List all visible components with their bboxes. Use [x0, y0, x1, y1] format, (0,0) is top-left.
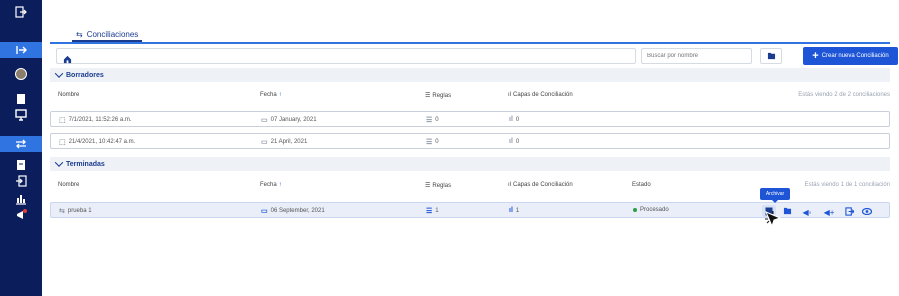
row-name: 21/4/2021, 10:42:47 a.m. [68, 139, 136, 145]
export-icon [844, 206, 854, 216]
col-layers-label: Capas de Conciliación [513, 92, 573, 98]
reconcile-icon: ⇆ [76, 29, 83, 39]
announce-plus-icon: ◀+ [823, 208, 835, 217]
sidebar [0, 0, 42, 296]
row-name: prueba 1 [67, 208, 92, 214]
logout-icon[interactable] [0, 4, 42, 20]
chart-icon[interactable] [0, 192, 42, 206]
toolbar: + Crear nueva Conciliación [50, 42, 898, 65]
drafts-summary: Estás viendo 2 de 2 conciliaciones [798, 92, 890, 98]
tab-conciliaciones[interactable]: ⇆ Conciliaciones [72, 28, 143, 42]
chart-icon: ıl [509, 116, 513, 123]
chart-icon: ıl [508, 92, 511, 98]
cursor-icon [765, 211, 782, 228]
col-rules-label: Reglas [432, 92, 452, 99]
drafts-section-header[interactable]: Borradores [50, 68, 890, 82]
row-rules: 0 [435, 117, 439, 123]
archive-tooltip: Archivar [760, 188, 790, 203]
finished-title: Terminadas [66, 160, 105, 168]
row-layers: 1 [515, 207, 520, 214]
create-button-label: Crear nueva Conciliación [821, 53, 889, 59]
col-layers[interactable]: ıl Capas de Conciliación [508, 182, 573, 188]
import-icon[interactable] [0, 174, 42, 188]
eye-icon [862, 207, 872, 215]
reconcile-icon[interactable] [0, 136, 42, 152]
col-rules[interactable]: ☰ Reglas [425, 92, 452, 100]
finished-summary: Estás viendo 1 de 1 conciliación [804, 182, 890, 188]
draft-icon: ⬚ [59, 117, 66, 124]
col-layers[interactable]: ıl Capas de Conciliación [508, 92, 573, 98]
col-layers-label: Capas de Conciliación [513, 182, 573, 188]
avatar[interactable] [0, 66, 42, 82]
monitor-icon[interactable] [0, 108, 42, 122]
calendar-icon: ▭ [261, 139, 268, 146]
announce-icon: ◀◦ [802, 208, 812, 217]
col-name[interactable]: Nombre [58, 182, 79, 188]
col-date[interactable]: Fecha ↑ [260, 92, 282, 98]
calendar-icon: ▭ [261, 208, 268, 215]
notify-button[interactable]: ◀◦ [798, 205, 816, 217]
sort-up-icon: ↑ [278, 92, 282, 98]
chart-icon: ıl [509, 207, 513, 214]
col-status[interactable]: Estado [632, 182, 651, 188]
table-row[interactable]: ⬚ 7/1/2021, 11:52:26 a.m. ▭ 07 January, 20… [50, 111, 890, 127]
sort-up-icon: ↑ [278, 182, 282, 188]
chevron-down-icon [54, 69, 64, 78]
row-date: 21 April, 2021 [270, 139, 308, 145]
row-name: 7/1/2021, 11:52:26 a.m. [68, 117, 132, 123]
status-badge: Procesado [640, 207, 669, 213]
table-row[interactable]: ⬚ 21/4/2021, 10:42:47 a.m. ▭ 21 April, 202… [50, 133, 890, 149]
list-icon: ☰ [426, 117, 433, 124]
list-icon: ☰ [426, 139, 433, 146]
row-layers: 0 [515, 138, 520, 145]
row-rules: 1 [435, 208, 439, 214]
chevron-down-icon [54, 158, 64, 167]
archive-icon[interactable] [0, 158, 42, 172]
row-date: 07 January, 2021 [270, 117, 317, 123]
main-content: ⇆ Conciliaciones + Crear nueva Conciliac… [42, 0, 899, 296]
folder-icon [767, 52, 775, 60]
row-layers: 0 [515, 116, 520, 123]
chart-icon: ıl [508, 182, 511, 188]
list-icon: ☰ [426, 208, 433, 215]
export-button[interactable] [842, 205, 856, 217]
col-rules-label: Reglas [432, 182, 452, 189]
col-name[interactable]: Nombre [58, 92, 79, 98]
finished-section-header[interactable]: Terminadas [50, 157, 890, 171]
drafts-column-headers: Nombre Fecha ↑ ☰ Reglas ıl Capas de Concili… [50, 90, 890, 102]
draft-icon: ⬚ [59, 139, 66, 146]
announce-icon[interactable] [0, 208, 42, 222]
tab-label: Conciliaciones [86, 29, 139, 39]
folder-button[interactable] [760, 48, 782, 64]
collapse-icon[interactable] [0, 42, 42, 58]
col-rules[interactable]: ☰ Reglas [425, 182, 452, 190]
breadcrumb [56, 48, 636, 64]
col-date-label: Fecha [260, 92, 277, 98]
row-rules: 0 [435, 139, 439, 145]
calendar-icon: ▭ [261, 117, 268, 124]
chart-icon: ıl [509, 138, 513, 145]
home-icon[interactable] [63, 51, 72, 69]
list-icon: ☰ [425, 93, 431, 99]
reconcile-icon: ⇆ [59, 208, 65, 215]
drafts-title: Borradores [66, 71, 104, 79]
col-date[interactable]: Fecha ↑ [260, 182, 282, 188]
search-input[interactable] [641, 48, 752, 64]
status-dot [633, 208, 637, 212]
document-icon[interactable] [0, 92, 42, 106]
create-reconciliation-button[interactable]: + Crear nueva Conciliación [803, 47, 898, 65]
list-icon: ☰ [425, 183, 431, 189]
col-date-label: Fecha [260, 182, 277, 188]
plus-icon: + [812, 49, 819, 62]
row-date: 06 September, 2021 [270, 208, 325, 214]
view-button[interactable] [860, 205, 874, 217]
add-notify-button[interactable]: ◀+ [820, 205, 838, 217]
